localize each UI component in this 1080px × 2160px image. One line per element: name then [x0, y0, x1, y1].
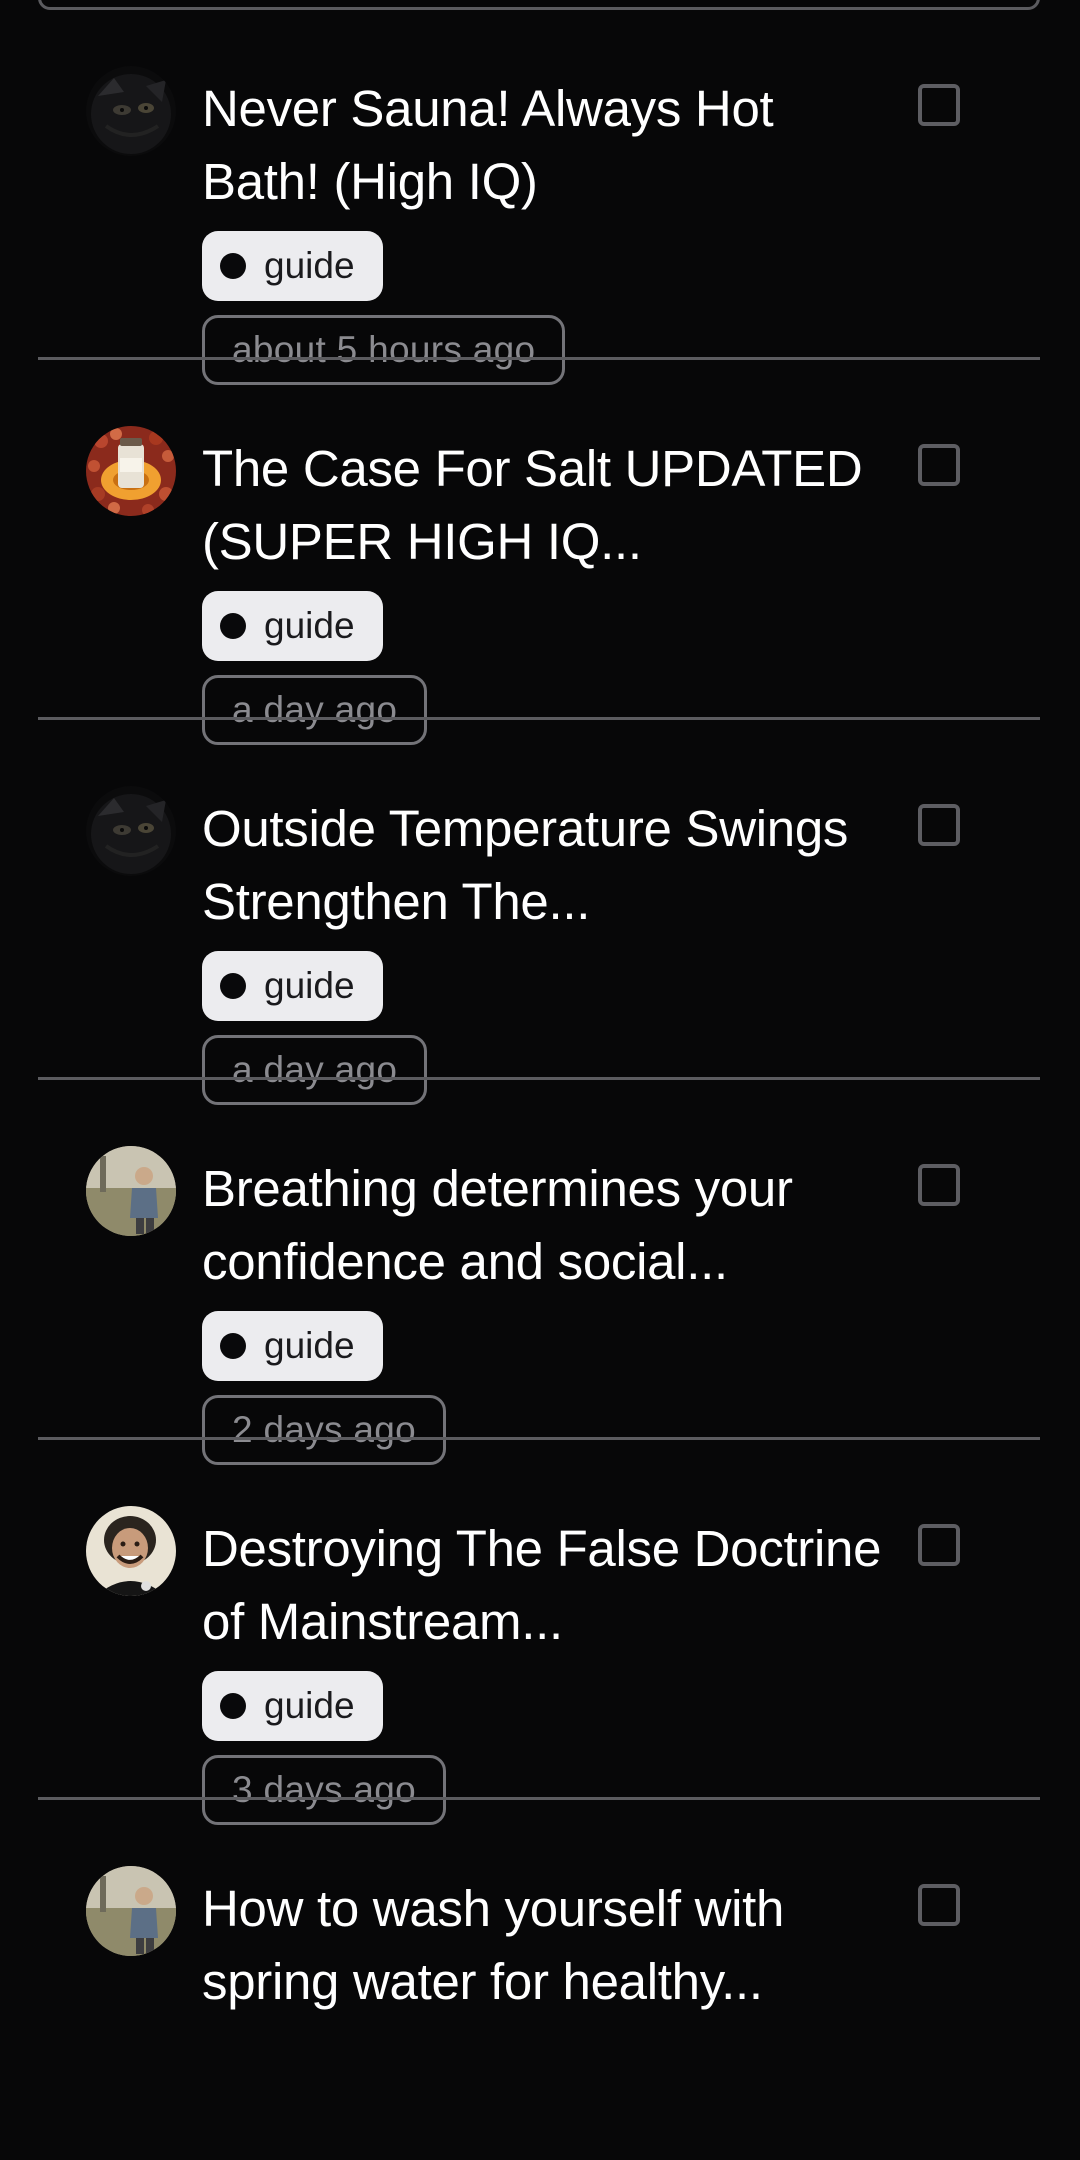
select-checkbox[interactable]	[918, 1524, 960, 1566]
tag-label: guide	[264, 605, 355, 646]
tag-dot-icon	[220, 1693, 246, 1719]
tag-badge[interactable]: guide	[202, 1671, 383, 1741]
dark-cat-avatar	[86, 66, 176, 156]
vial-and-beans-avatar	[86, 426, 176, 516]
tag-label: guide	[264, 1685, 355, 1726]
person-in-field-avatar	[86, 1146, 176, 1236]
select-checkbox[interactable]	[918, 444, 960, 486]
post-title[interactable]: Destroying The False Doctrine of Mainstr…	[202, 1512, 902, 1658]
post-item[interactable]: Outside Temperature Swings Strengthen Th…	[0, 720, 1080, 1105]
tag-badge[interactable]: guide	[202, 591, 383, 661]
post-item[interactable]: Destroying The False Doctrine of Mainstr…	[0, 1440, 1080, 1825]
post-item[interactable]: The Case For Salt UPDATED (SUPER HIGH IQ…	[0, 360, 1080, 745]
post-item[interactable]: Breathing determines your confidence and…	[0, 1080, 1080, 1465]
select-checkbox[interactable]	[918, 1884, 960, 1926]
tag-label: guide	[264, 965, 355, 1006]
laughing-man-avatar	[86, 1506, 176, 1596]
tag-dot-icon	[220, 973, 246, 999]
select-checkbox[interactable]	[918, 84, 960, 126]
post-title[interactable]: Outside Temperature Swings Strengthen Th…	[202, 792, 902, 938]
tag-label: guide	[264, 1325, 355, 1366]
tag-dot-icon	[220, 613, 246, 639]
tag-badge[interactable]: guide	[202, 1311, 383, 1381]
post-title[interactable]: Breathing determines your confidence and…	[202, 1152, 902, 1298]
post-item[interactable]: How to wash yourself with spring water f…	[0, 1800, 1080, 2160]
tag-dot-icon	[220, 253, 246, 279]
person-in-field-avatar	[86, 1866, 176, 1956]
post-item[interactable]: Never Sauna! Always Hot Bath! (High IQ) …	[0, 0, 1080, 385]
post-title[interactable]: Never Sauna! Always Hot Bath! (High IQ)	[202, 72, 902, 218]
post-title[interactable]: The Case For Salt UPDATED (SUPER HIGH IQ…	[202, 432, 902, 578]
tag-badge[interactable]: guide	[202, 951, 383, 1021]
select-checkbox[interactable]	[918, 1164, 960, 1206]
tag-label: guide	[264, 245, 355, 286]
post-title[interactable]: How to wash yourself with spring water f…	[202, 1872, 902, 2018]
select-checkbox[interactable]	[918, 804, 960, 846]
tag-dot-icon	[220, 1333, 246, 1359]
tag-badge[interactable]: guide	[202, 231, 383, 301]
dark-cat-avatar	[86, 786, 176, 876]
